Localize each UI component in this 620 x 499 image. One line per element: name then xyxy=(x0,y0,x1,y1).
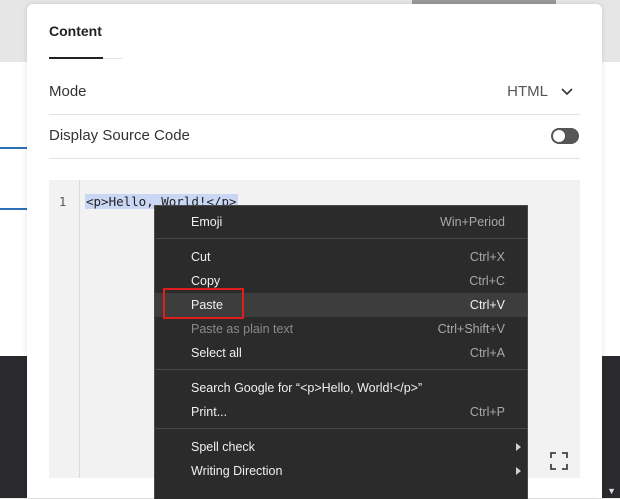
display-source-toggle[interactable] xyxy=(551,128,579,144)
menu-item-label: Search Google for “<p>Hello, World!</p>” xyxy=(191,381,423,395)
divider xyxy=(49,114,580,115)
menu-item-label: Emoji xyxy=(191,215,223,229)
context-menu: Emoji Win+Period Cut Ctrl+X Copy Ctrl+C … xyxy=(154,205,528,499)
toggle-knob xyxy=(553,130,565,142)
menu-item-spell-check[interactable]: Spell check xyxy=(155,435,527,459)
menu-item-select-all[interactable]: Select all Ctrl+A xyxy=(155,341,527,365)
page-field-underline xyxy=(0,147,27,149)
menu-item-shortcut: Ctrl+Shift+V xyxy=(437,322,505,336)
fullscreen-icon[interactable] xyxy=(550,452,568,470)
menu-item-search-google[interactable]: Search Google for “<p>Hello, World!</p>” xyxy=(155,376,527,400)
divider xyxy=(49,158,580,159)
menu-item-label: Copy xyxy=(191,274,221,288)
line-number-gutter: 1 xyxy=(49,180,80,478)
display-source-label: Display Source Code xyxy=(49,127,190,144)
tab-content[interactable]: Content xyxy=(49,23,102,39)
menu-item-shortcut: Ctrl+C xyxy=(469,274,505,288)
paste-highlight-annotation xyxy=(163,288,244,319)
menu-separator xyxy=(155,238,527,239)
active-tab-indicator xyxy=(49,57,103,59)
chevron-right-icon xyxy=(516,443,521,451)
page-field-underline xyxy=(0,208,27,210)
menu-item-label: Cut xyxy=(191,250,211,264)
tab-bar-divider xyxy=(103,58,123,59)
chevron-right-icon xyxy=(516,467,521,475)
menu-item-writing-direction[interactable]: Writing Direction xyxy=(155,459,527,483)
mode-select[interactable]: HTML xyxy=(507,83,548,100)
scroll-down-icon[interactable]: ▼ xyxy=(607,486,616,496)
menu-separator xyxy=(155,428,527,429)
menu-item-print[interactable]: Print... Ctrl+P xyxy=(155,400,527,424)
menu-item-label: Select all xyxy=(191,346,242,360)
menu-item-shortcut: Win+Period xyxy=(440,215,505,229)
menu-item-shortcut: Ctrl+X xyxy=(469,250,505,264)
menu-item-label: Print... xyxy=(191,405,228,419)
menu-separator xyxy=(155,369,527,370)
line-number: 1 xyxy=(59,195,67,209)
menu-item-label: Writing Direction xyxy=(191,464,283,478)
menu-item-cut[interactable]: Cut Ctrl+X xyxy=(155,245,527,269)
menu-item-shortcut: Ctrl+P xyxy=(469,405,505,419)
menu-item-label: Paste as plain text xyxy=(191,322,294,336)
menu-item-shortcut: Ctrl+A xyxy=(469,346,505,360)
menu-item-emoji[interactable]: Emoji Win+Period xyxy=(155,210,527,234)
menu-item-paste-plain-text[interactable]: Paste as plain text Ctrl+Shift+V xyxy=(155,317,527,341)
chevron-down-icon[interactable] xyxy=(560,84,574,98)
menu-item-label: Spell check xyxy=(191,440,255,454)
mode-label: Mode xyxy=(49,83,87,100)
menu-item-shortcut: Ctrl+V xyxy=(469,298,505,312)
